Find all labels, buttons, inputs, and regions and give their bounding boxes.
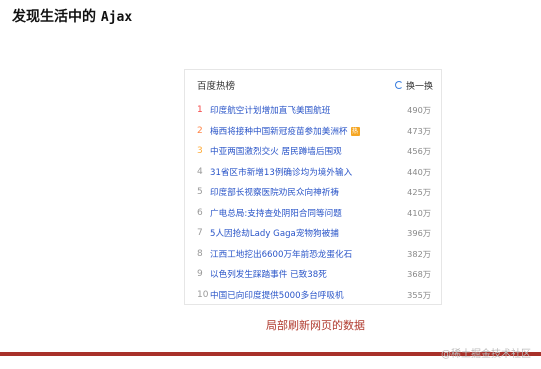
rank-number: 1 [197,105,203,116]
list-item[interactable]: 9 以色列发生踩踏事件 已致38死 368万 [185,264,441,285]
hotlist-title: 百度热榜 [197,81,236,92]
watermark: @稀土掘金技术社区 [441,349,531,360]
hot-topic-link[interactable]: 31省区市新增13例确诊均为境外输入 [210,166,403,178]
rank-number: 6 [197,207,203,218]
hot-topic-link[interactable]: 印度航空计划增加直飞美国航班 [210,104,403,116]
page-title: 发现生活中的 Ajax [12,6,132,26]
heat-count: 456万 [407,146,431,157]
list-item[interactable]: 10 中国已向印度提供5000多台呼吸机 355万 [185,285,441,306]
hotlist-panel: 百度热榜 换一换 1 印度航空计划增加直飞美国航班 490万 2 梅西将接种中国… [184,69,442,305]
rank-number: 5 [197,187,203,198]
heat-count: 396万 [407,228,431,239]
hot-badge-icon: 热 [350,126,360,136]
page-title-text: 发现生活中的 [12,9,101,25]
refresh-button[interactable]: 换一换 [394,79,433,92]
page-title-ajax: Ajax [100,10,133,25]
hot-topic-link[interactable]: 中国已向印度提供5000多台呼吸机 [210,289,403,301]
rank-number: 3 [197,146,203,157]
rank-number: 10 [197,289,209,300]
hot-topic-link[interactable]: 以色列发生踩踏事件 已致38死 [210,268,403,280]
heat-count: 473万 [407,125,431,136]
heat-count: 368万 [407,269,431,280]
heat-count: 425万 [407,187,431,198]
caption-text: 局部刷新网页的数据 [266,319,365,332]
heat-count: 440万 [407,166,431,177]
refresh-label: 换一换 [405,81,433,92]
hot-topic-link[interactable]: 广电总局:支持查处阴阳合同等问题 [210,207,403,219]
list-item[interactable]: 2 梅西将接种中国新冠疫苗参加美洲杯热 473万 [185,121,441,142]
heat-count: 410万 [407,207,431,218]
hot-topic-text: 梅西将接种中国新冠疫苗参加美洲杯 [210,126,348,137]
hot-topic-link[interactable]: 印度部长视察医院劝民众向神祈祷 [210,186,403,198]
list-item[interactable]: 4 31省区市新增13例确诊均为境外输入 440万 [185,162,441,183]
hotlist-list: 1 印度航空计划增加直飞美国航班 490万 2 梅西将接种中国新冠疫苗参加美洲杯… [185,100,441,305]
rank-number: 4 [197,166,203,177]
list-item[interactable]: 3 中亚两国激烈交火 居民蹲墙后围观 456万 [185,141,441,162]
rank-number: 7 [197,228,203,239]
hot-topic-link[interactable]: 5人因抢劫Lady Gaga宠物狗被捕 [210,227,403,239]
heat-count: 382万 [407,248,431,259]
rank-number: 9 [197,269,203,280]
hot-topic-link[interactable]: 江西工地挖出6600万年前恐龙蛋化石 [210,248,403,260]
hotlist-header: 百度热榜 换一换 [185,70,441,100]
heat-count: 490万 [407,105,431,116]
heat-count: 355万 [407,289,431,300]
list-item[interactable]: 8 江西工地挖出6600万年前恐龙蛋化石 382万 [185,244,441,265]
hot-topic-link[interactable]: 中亚两国激烈交火 居民蹲墙后围观 [210,145,403,157]
hot-topic-link[interactable]: 梅西将接种中国新冠疫苗参加美洲杯热 [210,125,403,137]
rank-number: 2 [197,125,203,136]
list-item[interactable]: 1 印度航空计划增加直飞美国航班 490万 [185,100,441,121]
refresh-icon [394,81,403,89]
list-item[interactable]: 6 广电总局:支持查处阴阳合同等问题 410万 [185,203,441,224]
rank-number: 8 [197,248,203,259]
list-item[interactable]: 5 印度部长视察医院劝民众向神祈祷 425万 [185,182,441,203]
list-item[interactable]: 7 5人因抢劫Lady Gaga宠物狗被捕 396万 [185,223,441,244]
